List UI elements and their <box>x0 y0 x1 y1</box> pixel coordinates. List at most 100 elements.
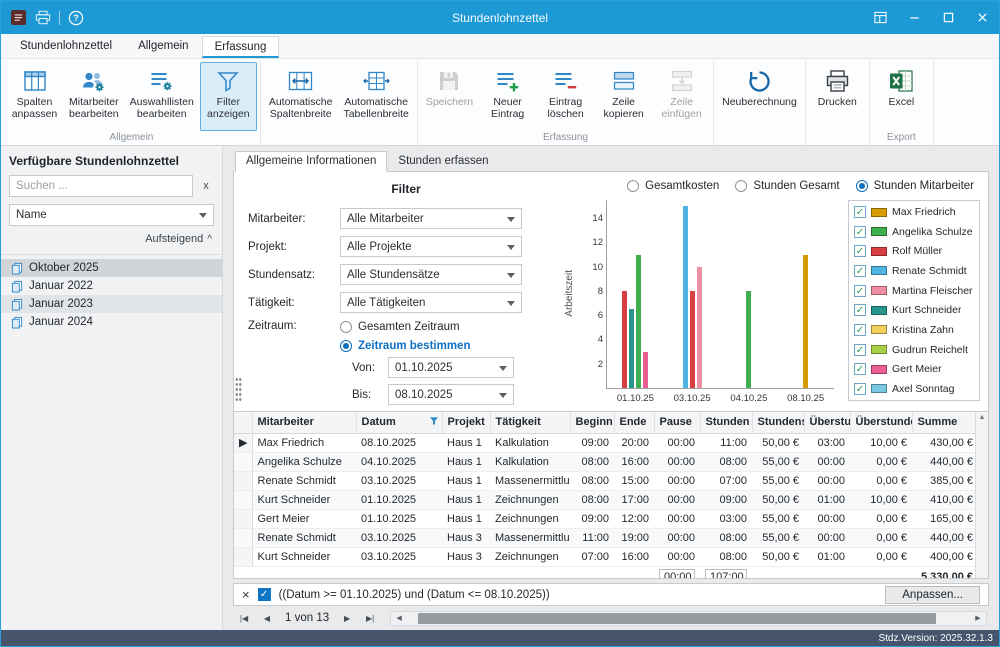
legend-checkbox[interactable]: ✓ <box>854 265 866 277</box>
column-header-taetigkeit[interactable]: Tätigkeit <box>490 412 570 433</box>
row-selector[interactable] <box>234 490 252 509</box>
projekt-select[interactable]: Alle Projekte <box>340 236 522 257</box>
column-header-pause[interactable]: Pause <box>654 412 700 433</box>
column-header-ueberstundenzuschlag[interactable]: Überstundenzuschlag <box>850 412 912 433</box>
bis-date-select[interactable]: 08.10.2025 <box>388 384 514 405</box>
column-filter-icon[interactable] <box>429 416 439 429</box>
sidebar-item-januar-2023[interactable]: Januar 2023 <box>1 295 222 313</box>
horizontal-scroll-thumb[interactable] <box>418 613 936 624</box>
stundensatz-select[interactable]: Alle Stundensätze <box>340 264 522 285</box>
table-row-4[interactable]: Kurt Schneider01.10.2025Haus 1Zeichnunge… <box>234 490 975 509</box>
legend-checkbox[interactable]: ✓ <box>854 304 866 316</box>
ribbon-tab-erfassung[interactable]: Erfassung <box>202 36 280 58</box>
app-icon[interactable] <box>9 9 27 27</box>
column-header-summe[interactable]: Summe <box>912 412 975 433</box>
legend-item-axel-sonntag[interactable]: ✓Axel Sonntag <box>854 382 974 396</box>
sort-order-button[interactable]: Aufsteigend ^ <box>9 233 214 245</box>
first-page-button[interactable]: |◀ <box>233 609 255 627</box>
column-header-projekt[interactable]: Projekt <box>442 412 490 433</box>
legend-item-kurt-schneider[interactable]: ✓Kurt Schneider <box>854 303 974 317</box>
legend-item-gert-meier[interactable]: ✓Gert Meier <box>854 362 974 376</box>
ribbon-button-mitarbeiter-bearbeiten[interactable]: Mitarbeiter bearbeiten <box>64 62 124 131</box>
ribbon-button-filter-anzeigen[interactable]: Filter anzeigen <box>200 62 257 131</box>
legend-item-angelika-schulze[interactable]: ✓Angelika Schulze <box>854 225 974 239</box>
column-header-stunden[interactable]: Stunden <box>700 412 752 433</box>
maximize-icon[interactable] <box>931 1 965 34</box>
vertical-scrollbar[interactable]: ▲ <box>975 412 988 578</box>
customize-filter-button[interactable]: Anpassen... <box>885 586 980 604</box>
close-icon[interactable] <box>965 1 999 34</box>
radio-gesamten-zeitraum[interactable]: Gesamten Zeitraum <box>340 321 470 333</box>
legend-checkbox[interactable]: ✓ <box>854 363 866 375</box>
row-selector[interactable] <box>234 471 252 490</box>
legend-checkbox[interactable]: ✓ <box>854 344 866 356</box>
scroll-right-icon[interactable]: ▶ <box>970 614 986 622</box>
tab-stunden-erfassen[interactable]: Stunden erfassen <box>387 151 499 172</box>
sidebar-item-oktober-2025[interactable]: Oktober 2025 <box>1 259 222 277</box>
legend-checkbox[interactable]: ✓ <box>854 245 866 257</box>
splitter-grip[interactable] <box>235 377 242 401</box>
table-row-7[interactable]: Kurt Schneider03.10.2025Haus 3Zeichnunge… <box>234 547 975 566</box>
remove-filter-button[interactable]: × <box>242 588 250 601</box>
column-header-ueberstunden[interactable]: Überstunden <box>804 412 850 433</box>
ribbon-button-eintrag-loeschen[interactable]: Eintrag löschen <box>537 62 594 131</box>
legend-item-rolf-mueller[interactable]: ✓Rolf Müller <box>854 244 974 258</box>
search-clear-button[interactable]: x <box>198 176 214 196</box>
column-header-stundensatz[interactable]: Stundensatz <box>752 412 804 433</box>
filter-active-checkbox[interactable]: ✓ <box>258 588 271 601</box>
legend-checkbox[interactable]: ✓ <box>854 226 866 238</box>
sort-field-select[interactable]: Name <box>9 204 214 226</box>
next-page-button[interactable]: ▶ <box>336 609 358 627</box>
ribbon-button-zeile-kopieren[interactable]: Zeile kopieren <box>595 62 652 131</box>
column-header-mitarbeiter[interactable]: Mitarbeiter <box>252 412 356 433</box>
ribbon-button-auswahllisten-bearbeiten[interactable]: Auswahllisten bearbeiten <box>125 62 199 131</box>
legend-item-gudrun-reichelt[interactable]: ✓Gudrun Reichelt <box>854 343 974 357</box>
column-header-datum[interactable]: Datum <box>356 412 442 433</box>
legend-checkbox[interactable]: ✓ <box>854 285 866 297</box>
last-page-button[interactable]: ▶| <box>359 609 381 627</box>
legend-item-max-friedrich[interactable]: ✓Max Friedrich <box>854 205 974 219</box>
ribbon-button-spalten-anpassen[interactable]: Spalten anpassen <box>6 62 63 131</box>
print-icon[interactable] <box>34 9 52 27</box>
table-row-6[interactable]: Renate Schmidt03.10.2025Haus 3Massenermi… <box>234 528 975 547</box>
radio-stunden-mitarbeiter[interactable]: Stunden Mitarbeiter <box>856 180 974 192</box>
radio-stunden-gesamt[interactable]: Stunden Gesamt <box>735 180 839 192</box>
legend-item-kristina-zahn[interactable]: ✓Kristina Zahn <box>854 323 974 337</box>
sidebar-item-januar-2024[interactable]: Januar 2024 <box>1 313 222 331</box>
row-selector[interactable] <box>234 509 252 528</box>
horizontal-scrollbar[interactable]: ◀ ▶ <box>390 611 987 626</box>
legend-item-renate-schmidt[interactable]: ✓Renate Schmidt <box>854 264 974 278</box>
search-input[interactable] <box>9 175 193 197</box>
ribbon-tab-stundenlohnzettel[interactable]: Stundenlohnzettel <box>7 35 125 58</box>
radio-zeitraum-bestimmen[interactable]: Zeitraum bestimmen <box>340 340 470 352</box>
ribbon-button-automatische-spaltenbreite[interactable]: Automatische Spaltenbreite <box>264 62 338 131</box>
ribbon-button-neuberechnung[interactable]: Neuberechnung <box>717 62 802 131</box>
tab-allgemeine-informationen[interactable]: Allgemeine Informationen <box>235 151 387 172</box>
ribbon-button-drucken[interactable]: Drucken <box>809 62 866 131</box>
scroll-left-icon[interactable]: ◀ <box>391 614 407 622</box>
row-selector[interactable] <box>234 452 252 471</box>
von-date-select[interactable]: 01.10.2025 <box>388 357 514 378</box>
ribbon-tab-allgemein[interactable]: Allgemein <box>125 35 202 58</box>
previous-page-button[interactable]: ◀ <box>256 609 278 627</box>
help-icon[interactable]: ? <box>67 9 85 27</box>
minimize-icon[interactable] <box>897 1 931 34</box>
layout-grid-icon[interactable] <box>863 1 897 34</box>
table-row-5[interactable]: Gert Meier01.10.2025Haus 1Zeichnungen09:… <box>234 509 975 528</box>
taetigkeit-select[interactable]: Alle Tätigkeiten <box>340 292 522 313</box>
horizontal-scroll-track[interactable] <box>407 612 970 625</box>
legend-checkbox[interactable]: ✓ <box>854 324 866 336</box>
table-row-1[interactable]: ▶Max Friedrich08.10.2025Haus 1Kalkulatio… <box>234 433 975 452</box>
ribbon-button-neuer-eintrag[interactable]: Neuer Eintrag <box>479 62 536 131</box>
sidebar-item-januar-2022[interactable]: Januar 2022 <box>1 277 222 295</box>
legend-checkbox[interactable]: ✓ <box>854 206 866 218</box>
row-selector[interactable]: ▶ <box>234 433 252 452</box>
legend-checkbox[interactable]: ✓ <box>854 383 866 395</box>
column-header-beginn[interactable]: Beginn <box>570 412 614 433</box>
ribbon-button-excel[interactable]: Excel <box>873 62 930 131</box>
ribbon-button-automatische-tabellenbreite[interactable]: Automatische Tabellenbreite <box>338 62 413 131</box>
row-selector[interactable] <box>234 547 252 566</box>
column-header-ende[interactable]: Ende <box>614 412 654 433</box>
radio-gesamtkosten[interactable]: Gesamtkosten <box>627 180 719 192</box>
mitarbeiter-select[interactable]: Alle Mitarbeiter <box>340 208 522 229</box>
